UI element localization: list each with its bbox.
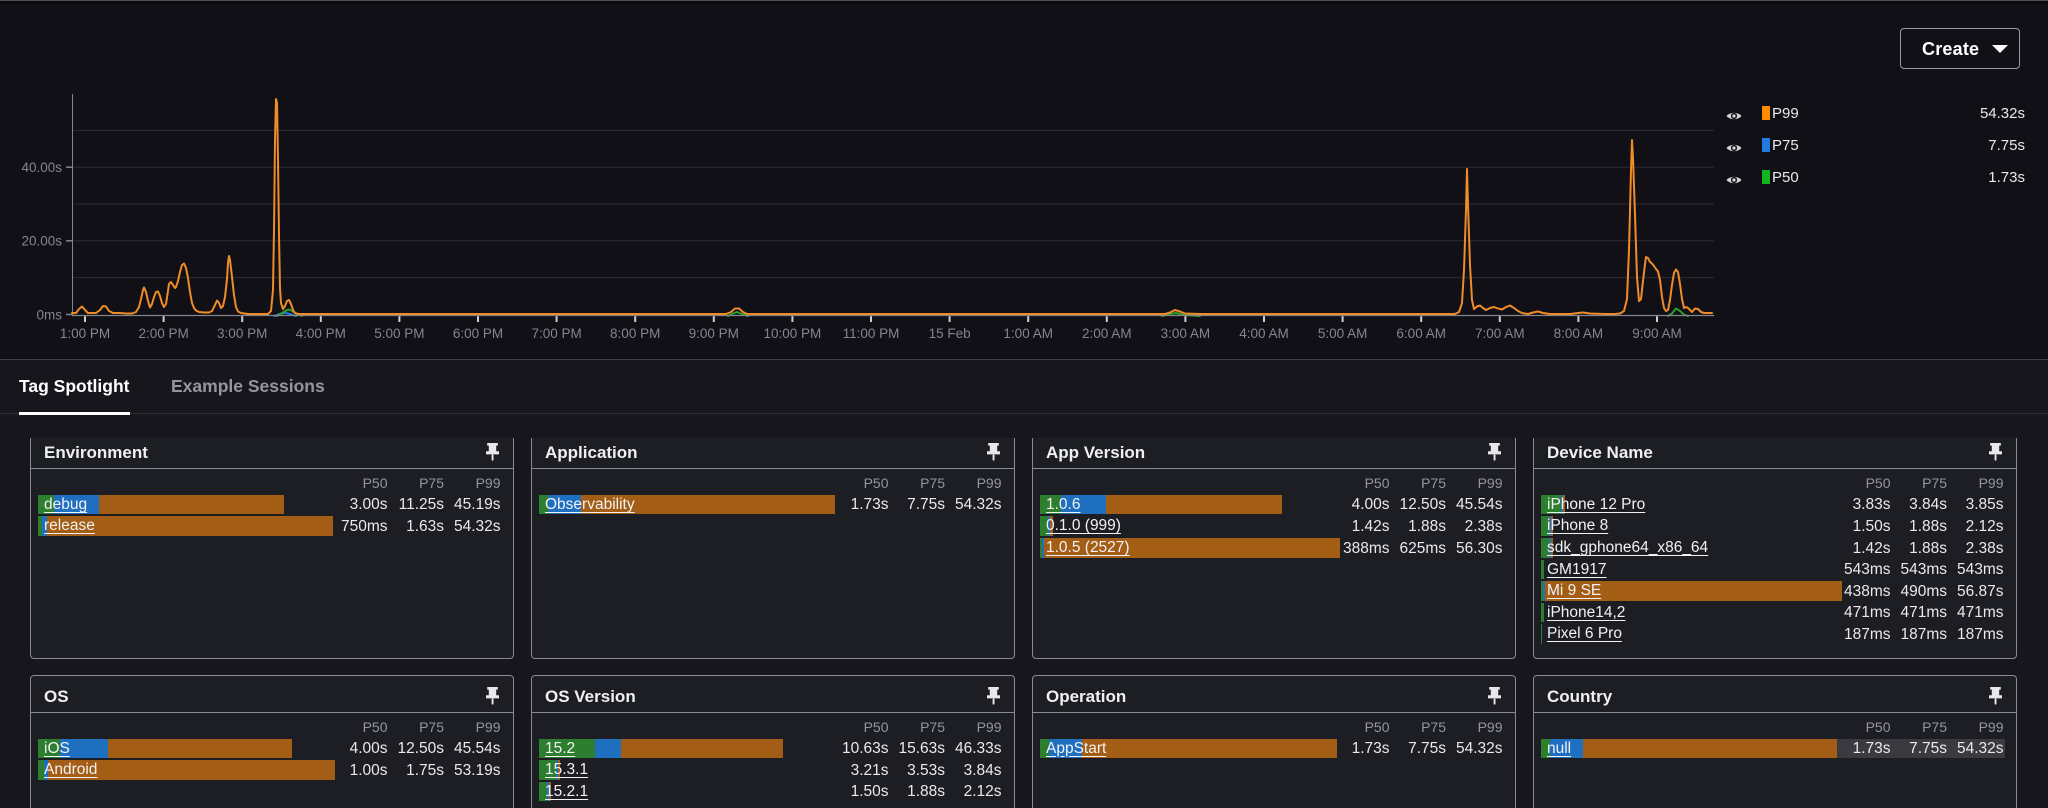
svg-text:10:00 PM: 10:00 PM (764, 326, 822, 341)
svg-text:7:00 PM: 7:00 PM (531, 326, 581, 341)
svg-text:3:00 PM: 3:00 PM (217, 326, 267, 341)
svg-text:6:00 AM: 6:00 AM (1396, 326, 1446, 341)
svg-text:2:00 AM: 2:00 AM (1082, 326, 1132, 341)
svg-text:9:00 AM: 9:00 AM (1632, 326, 1682, 341)
svg-text:5:00 PM: 5:00 PM (374, 326, 424, 341)
svg-text:1:00 PM: 1:00 PM (60, 326, 110, 341)
svg-text:20.00s: 20.00s (21, 234, 62, 249)
svg-text:0ms: 0ms (36, 308, 62, 323)
svg-text:5:00 AM: 5:00 AM (1318, 326, 1368, 341)
svg-text:9:00 PM: 9:00 PM (689, 326, 739, 341)
svg-text:40.00s: 40.00s (21, 160, 62, 175)
svg-text:3:00 AM: 3:00 AM (1161, 326, 1211, 341)
svg-text:8:00 PM: 8:00 PM (610, 326, 660, 341)
svg-text:8:00 AM: 8:00 AM (1554, 326, 1604, 341)
svg-text:2:00 PM: 2:00 PM (138, 326, 188, 341)
svg-text:4:00 PM: 4:00 PM (296, 326, 346, 341)
svg-text:4:00 AM: 4:00 AM (1239, 326, 1289, 341)
svg-text:1:00 AM: 1:00 AM (1003, 326, 1053, 341)
svg-text:7:00 AM: 7:00 AM (1475, 326, 1525, 341)
svg-text:6:00 PM: 6:00 PM (453, 326, 503, 341)
svg-text:15 Feb: 15 Feb (929, 326, 971, 341)
svg-text:11:00 PM: 11:00 PM (843, 326, 900, 341)
